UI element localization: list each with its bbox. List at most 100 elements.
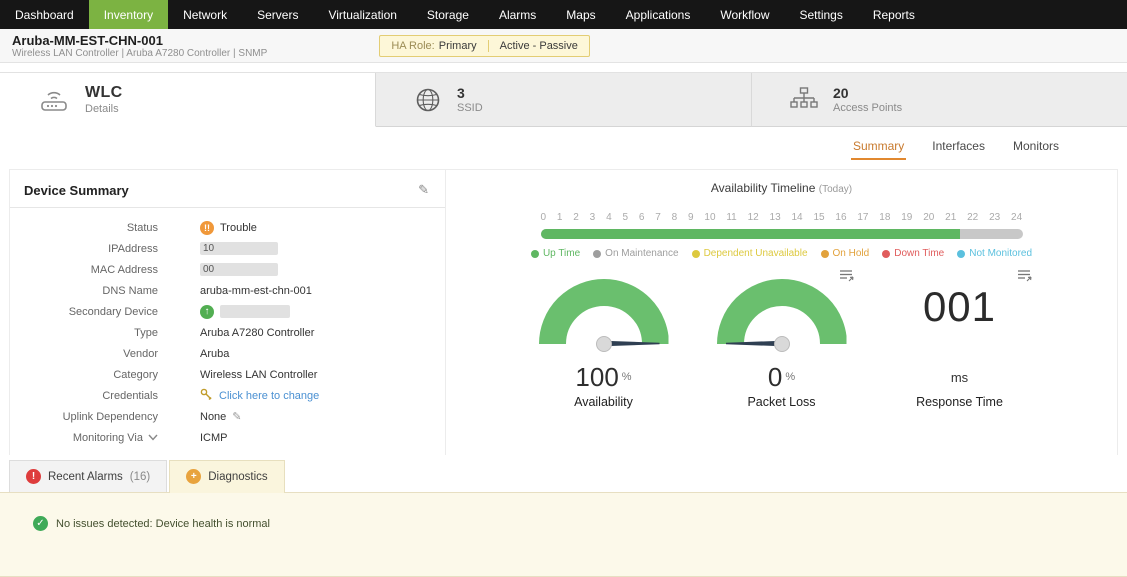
vendor-value: Aruba [200,348,229,360]
availability-timeline-title: Availability Timeline (Today) [446,181,1117,195]
tab-interfaces[interactable]: Interfaces [930,133,987,160]
legend-dot-icon [821,250,829,258]
access-points-count: 20 [833,85,902,101]
tab-summary[interactable]: Summary [851,133,906,160]
access-points-topology-icon [790,87,818,112]
diagnostics-message-text: No issues detected: Device health is nor… [56,518,270,530]
masked-secondary-device-value [220,305,290,318]
nav-item-reports[interactable]: Reports [858,0,930,29]
timeline-hour-label: 19 [901,212,912,223]
timeline-hour-label: 11 [726,212,736,223]
row-label: Uplink Dependency [10,411,158,423]
timeline-hour-label: 5 [622,212,628,223]
legend-label: Dependent Unavailable [704,248,808,259]
tab-diagnostics[interactable]: + Diagnostics [169,460,284,493]
response-time-widget: 001 ms Response Time [884,279,1036,409]
status-value: Trouble [220,222,257,234]
nav-item-alarms[interactable]: Alarms [484,0,551,29]
ssid-label: SSID [457,102,483,114]
nav-item-settings[interactable]: Settings [784,0,857,29]
tab-card-wlc-details[interactable]: WLC Details [0,73,376,127]
packet-loss-unit: % [785,371,795,383]
edit-summary-icon[interactable]: ✎ [418,182,429,198]
timeline-hour-label: 2 [573,212,579,223]
tab-recent-alarms[interactable]: ! Recent Alarms (16) [9,460,167,492]
availability-panel: Availability Timeline (Today) 0123456789… [446,170,1117,455]
check-icon: ✓ [33,516,48,531]
device-tab-cards: WLC Details 3 SSID [0,72,1127,127]
globe-icon [414,86,442,114]
row-label: Credentials [10,390,158,402]
ha-mode-segment: Active - Passive [488,40,589,52]
row-label: IPAddress [10,243,158,255]
availability-unit: % [622,371,632,383]
availability-value: 100 [575,362,618,393]
nav-item-servers[interactable]: Servers [242,0,313,29]
dns-name-value: aruba-mm-est-chn-001 [200,285,312,297]
tab-card-ssid[interactable]: 3 SSID [376,73,752,127]
legend-dot-icon [692,250,700,258]
legend-item-on-hold: On Hold [821,248,870,259]
legend-label: Up Time [543,248,580,259]
timeline-hours: 0123456789101112131415161718192021222324 [541,212,1023,223]
secondary-device-up-icon: ↑ [200,305,214,319]
nav-item-applications[interactable]: Applications [611,0,706,29]
ha-role-badge: HA Role: Primary Active - Passive [379,35,590,57]
monitoring-via-value: ICMP [200,432,228,444]
tab-card-access-points[interactable]: 20 Access Points [752,73,1127,127]
row-label: Monitoring Via [73,432,143,444]
device-title-block: Aruba-MM-EST-CHN-001 Wireless LAN Contro… [12,33,267,59]
timeline-hour-label: 4 [606,212,612,223]
ha-role-label: HA Role: [391,40,434,52]
nav-item-network[interactable]: Network [168,0,242,29]
response-time-label: Response Time [916,395,1003,409]
nav-item-inventory[interactable]: Inventory [89,0,168,29]
summary-row-vendor: Vendor Aruba [10,343,445,364]
legend-item-up-time: Up Time [531,248,580,259]
diagnostics-icon: + [186,469,201,484]
summary-row-monitoring-via: Monitoring Via ICMP [10,427,445,448]
summary-row-uplink-dependency: Uplink Dependency None ✎ [10,406,445,427]
timeline-hour-label: 7 [655,212,661,223]
row-label: Vendor [10,348,158,360]
wlc-card-title: WLC [85,84,123,102]
nav-item-storage[interactable]: Storage [412,0,484,29]
legend-label: On Hold [833,248,870,259]
category-value: Wireless LAN Controller [200,369,317,381]
availability-gauge [539,279,669,345]
timeline-hour-label: 1 [557,212,563,223]
row-label: Category [10,369,158,381]
row-label: Type [10,327,158,339]
nav-item-workflow[interactable]: Workflow [705,0,784,29]
timeline-hour-label: 15 [813,212,824,223]
tab-monitors[interactable]: Monitors [1011,133,1061,160]
response-time-export-icon[interactable] [1017,269,1032,285]
main-content: Device Summary ✎ Status !! Trouble IPAdd… [9,169,1118,455]
row-label: MAC Address [10,264,158,276]
wlc-card-subtitle: Details [85,103,123,115]
nav-item-maps[interactable]: Maps [551,0,610,29]
summary-row-mac-address: MAC Address 00 [10,259,445,280]
nav-item-virtualization[interactable]: Virtualization [313,0,411,29]
timeline-hour-label: 0 [541,212,547,223]
timeline-uptime-segment [541,229,960,239]
chevron-down-icon[interactable] [148,432,158,444]
legend-dot-icon [957,250,965,258]
legend-dot-icon [882,250,890,258]
edit-uplink-icon[interactable]: ✎ [232,410,241,423]
timeline-hour-label: 21 [945,212,956,223]
wifi-router-icon [38,86,70,113]
summary-row-ipaddress: IPAddress 10 [10,238,445,259]
change-credentials-link[interactable]: Click here to change [219,390,319,402]
bottom-tabs: ! Recent Alarms (16) + Diagnostics [0,455,1127,492]
diagnostics-message: ✓ No issues detected: Device health is n… [33,516,1127,531]
diagnostics-content: ✓ No issues detected: Device health is n… [0,492,1127,577]
legend-label: Down Time [894,248,944,259]
summary-row-type: Type Aruba A7280 Controller [10,322,445,343]
trouble-status-icon: !! [200,221,214,235]
legend-item-down-time: Down Time [882,248,944,259]
nav-item-dashboard[interactable]: Dashboard [0,0,89,29]
masked-mac-value: 00 [200,263,278,276]
packet-loss-value: 0 [768,362,782,393]
packet-loss-gauge-widget: 0 % Packet Loss [706,279,858,409]
